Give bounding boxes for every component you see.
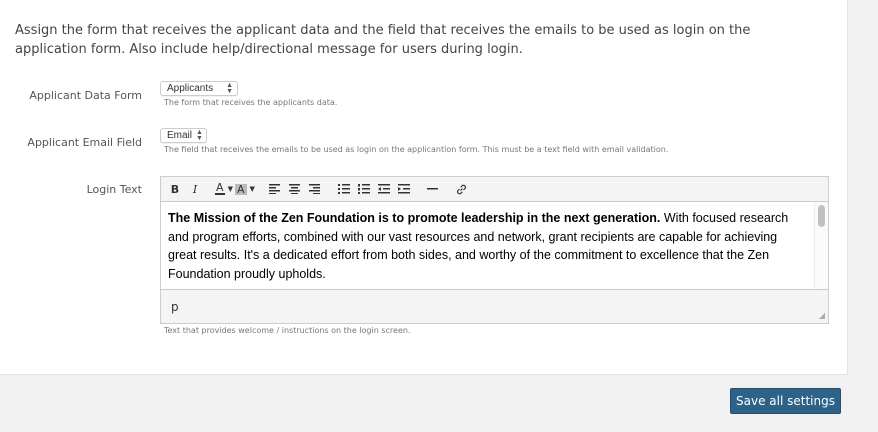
applicant-email-help: The field that receives the emails to be… — [164, 145, 669, 154]
font-color-icon: A — [215, 181, 225, 195]
save-all-settings-button[interactable]: Save all settings — [730, 388, 841, 414]
applicant-email-selected: Email — [167, 130, 193, 141]
horizontal-rule-button[interactable] — [424, 180, 442, 198]
bullet-list-icon — [337, 184, 350, 194]
element-path[interactable]: p — [171, 300, 179, 314]
applicant-form-help: The form that receives the applicants da… — [164, 98, 338, 107]
login-text-label: Login Text — [86, 183, 142, 196]
background-color-icon: A — [235, 182, 247, 196]
bullet-list-button[interactable] — [335, 180, 353, 198]
scrollbar-thumb[interactable] — [818, 205, 825, 227]
bold-button[interactable]: B — [166, 180, 184, 198]
editor-content[interactable]: The Mission of the Zen Foundation is to … — [161, 202, 828, 290]
select-arrows-icon: ▲ ▼ — [226, 81, 233, 95]
caret-down-icon: ▼ — [227, 185, 233, 193]
align-right-button[interactable] — [306, 180, 324, 198]
align-center-button[interactable] — [286, 180, 304, 198]
align-left-icon — [269, 184, 281, 194]
login-text-editor: B I A ▼ A ▼ The Mission of the Zen Found… — [160, 176, 829, 324]
outdent-button[interactable] — [375, 180, 393, 198]
outdent-icon — [377, 184, 390, 194]
numbered-list-icon — [357, 184, 370, 194]
align-right-icon — [309, 184, 321, 194]
caret-down-icon: ▼ — [249, 185, 255, 193]
numbered-list-button[interactable] — [355, 180, 373, 198]
editor-toolbar: B I A ▼ A ▼ — [161, 177, 828, 202]
intro-text: Assign the form that receives the applic… — [15, 23, 751, 57]
font-color-button[interactable]: A ▼ — [215, 180, 233, 198]
select-arrows-icon: ▲ ▼ — [196, 128, 203, 142]
italic-button[interactable]: I — [186, 180, 204, 198]
align-center-icon — [289, 184, 301, 194]
align-left-button[interactable] — [266, 180, 284, 198]
indent-icon — [397, 184, 410, 194]
applicant-form-label: Applicant Data Form — [29, 89, 142, 102]
settings-panel: Assign the form that receives the applic… — [0, 0, 848, 375]
login-text-help: Text that provides welcome / instruction… — [164, 326, 411, 335]
applicant-email-select[interactable]: Email ▲ ▼ — [160, 128, 207, 143]
editor-bold-text: The Mission of the Zen Foundation is to … — [168, 211, 661, 225]
applicant-email-label: Applicant Email Field — [27, 136, 142, 149]
editor-statusbar: p ◢ — [161, 290, 828, 323]
horizontal-rule-icon — [427, 188, 439, 190]
link-button[interactable] — [453, 180, 471, 198]
applicant-form-select[interactable]: Applicants ▲ ▼ — [160, 81, 238, 96]
link-icon — [457, 184, 467, 194]
applicant-form-selected: Applicants — [167, 83, 214, 94]
indent-button[interactable] — [395, 180, 413, 198]
background-color-button[interactable]: A ▼ — [235, 180, 255, 198]
resize-handle-icon[interactable]: ◢ — [819, 311, 825, 320]
editor-scrollbar[interactable] — [814, 202, 828, 289]
